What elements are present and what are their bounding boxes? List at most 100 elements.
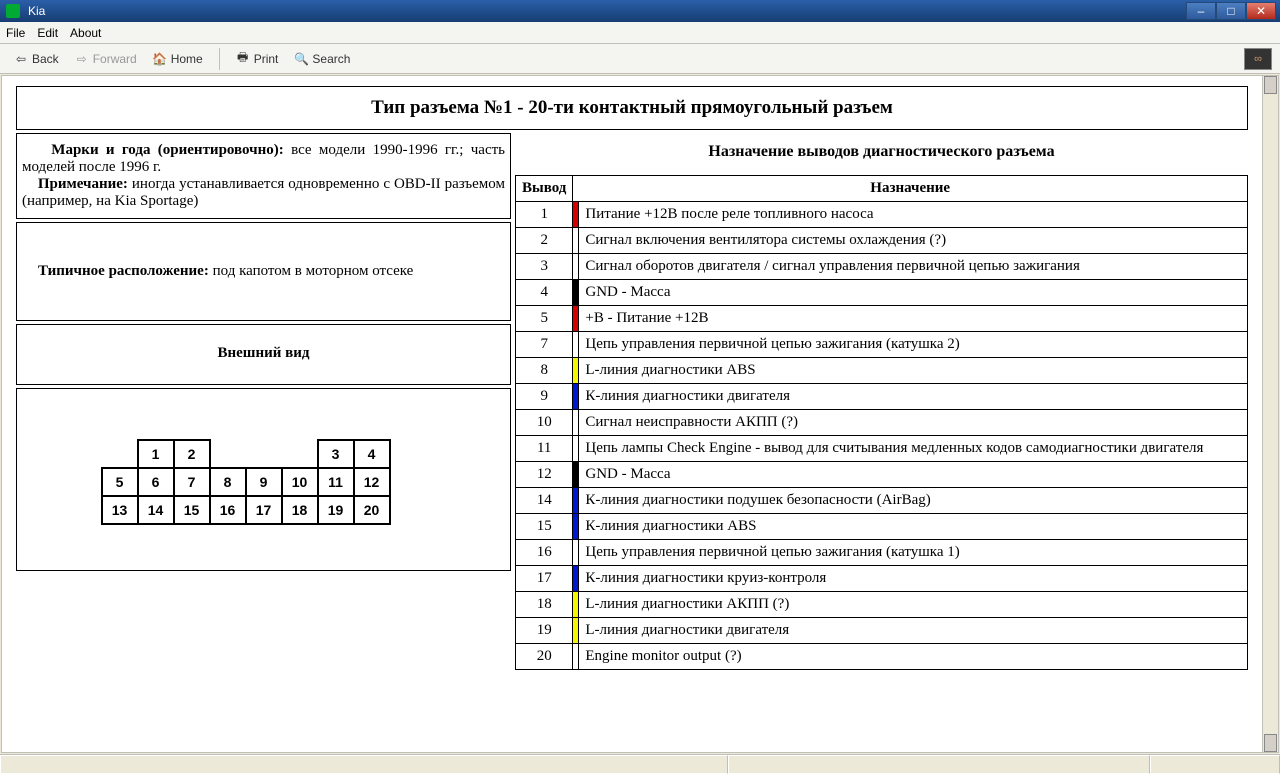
connector-pin: 9	[246, 468, 282, 496]
pin-description: L-линия диагностики ABS	[579, 358, 1248, 384]
pin-row: 14К-линия диагностики подушек безопаснос…	[516, 488, 1248, 514]
connector-pin: 6	[138, 468, 174, 496]
connector-pin: 7	[174, 468, 210, 496]
menu-file[interactable]: File	[6, 26, 25, 40]
right-column: Назначение выводов диагностического разъ…	[515, 133, 1248, 670]
connector-pin: 16	[210, 496, 246, 524]
pin-description: Сигнал включения вентилятора системы охл…	[579, 228, 1248, 254]
pinout-table: Назначение выводов диагностического разъ…	[515, 133, 1248, 670]
connector-pin: 19	[318, 496, 354, 524]
brand-badge: ∞	[1244, 48, 1272, 70]
connector-pin: 15	[174, 496, 210, 524]
pin-number: 9	[516, 384, 573, 410]
pin-description: Цепь управления первичной цепью зажигани…	[579, 540, 1248, 566]
pin-number: 8	[516, 358, 573, 384]
connector-pin: 13	[102, 496, 138, 524]
pin-row: 9К-линия диагностики двигателя	[516, 384, 1248, 410]
pin-row: 10Сигнал неисправности АКПП (?)	[516, 410, 1248, 436]
page-title: Тип разъема №1 - 20-ти контактный прямоу…	[16, 86, 1248, 130]
pin-number: 4	[516, 280, 573, 306]
pin-number: 16	[516, 540, 573, 566]
window-title: Kia	[28, 4, 1186, 18]
pin-number: 10	[516, 410, 573, 436]
pin-number: 17	[516, 566, 573, 592]
pin-number: 7	[516, 332, 573, 358]
connector-pin: 17	[246, 496, 282, 524]
pin-description: L-линия диагностики двигателя	[579, 618, 1248, 644]
app-window: Kia – □ ✕ File Edit About ⇦ Back ⇨ Forwa…	[0, 0, 1280, 774]
connector-pin: 4	[354, 440, 390, 468]
pin-description: Цепь лампы Check Engine - вывод для счит…	[579, 436, 1248, 462]
menubar: File Edit About	[0, 22, 1280, 44]
home-button[interactable]: 🏠 Home	[147, 49, 209, 69]
pin-row: 5+B - Питание +12В	[516, 306, 1248, 332]
location-box: Типичное расположение: под капотом в мот…	[16, 222, 511, 321]
pinout-caption: Назначение выводов диагностического разъ…	[515, 133, 1248, 175]
menu-about[interactable]: About	[70, 26, 101, 40]
connector-pin: 18	[282, 496, 318, 524]
pin-description: Цепь управления первичной цепью зажигани…	[579, 332, 1248, 358]
connector-pin: 8	[210, 468, 246, 496]
pin-row: 11Цепь лампы Check Engine - вывод для сч…	[516, 436, 1248, 462]
maximize-button[interactable]: □	[1216, 2, 1246, 20]
pin-header-num: Вывод	[516, 176, 573, 202]
appearance-heading: Внешний вид	[16, 324, 511, 385]
toolbar: ⇦ Back ⇨ Forward 🏠 Home 🖶 Print 🔍 Search…	[0, 44, 1280, 74]
note-label: Примечание:	[38, 176, 128, 192]
pin-description: Сигнал оборотов двигателя / сигнал управ…	[579, 254, 1248, 280]
pin-number: 14	[516, 488, 573, 514]
pin-number: 2	[516, 228, 573, 254]
home-icon: 🏠	[153, 52, 167, 66]
pin-number: 19	[516, 618, 573, 644]
pin-number: 15	[516, 514, 573, 540]
pin-row: 18L-линия диагностики АКПП (?)	[516, 592, 1248, 618]
pin-row: 19L-линия диагностики двигателя	[516, 618, 1248, 644]
pin-number: 1	[516, 202, 573, 228]
pin-number: 12	[516, 462, 573, 488]
window-buttons: – □ ✕	[1186, 2, 1276, 20]
pin-row: 12GND - Масса	[516, 462, 1248, 488]
connector-pin: 1	[138, 440, 174, 468]
pin-description: Питание +12В после реле топливного насос…	[579, 202, 1248, 228]
forward-button[interactable]: ⇨ Forward	[69, 49, 143, 69]
location-text: под капотом в моторном отсеке	[209, 263, 413, 279]
pin-description: GND - Масса	[579, 462, 1248, 488]
brands-label: Марки и года (ориентировочно):	[51, 142, 283, 158]
pin-number: 18	[516, 592, 573, 618]
pin-description: +B - Питание +12В	[579, 306, 1248, 332]
location-label: Типичное расположение:	[38, 263, 209, 279]
pin-header-desc: Назначение	[573, 176, 1248, 202]
connector-diagram: 1234567891011121314151617181920	[101, 439, 427, 525]
connector-pin: 3	[318, 440, 354, 468]
connector-pin	[210, 440, 246, 468]
app-icon	[6, 4, 20, 18]
close-button[interactable]: ✕	[1246, 2, 1276, 20]
search-button[interactable]: 🔍 Search	[288, 49, 356, 69]
pin-row: 7Цепь управления первичной цепью зажиган…	[516, 332, 1248, 358]
pin-row: 1Питание +12В после реле топливного насо…	[516, 202, 1248, 228]
back-button[interactable]: ⇦ Back	[8, 49, 65, 69]
connector-pin: 14	[138, 496, 174, 524]
back-icon: ⇦	[14, 52, 28, 66]
print-button[interactable]: 🖶 Print	[230, 49, 285, 69]
pin-number: 20	[516, 644, 573, 670]
connector-pin: 5	[102, 468, 138, 496]
pin-description: Сигнал неисправности АКПП (?)	[579, 410, 1248, 436]
pin-description: L-линия диагностики АКПП (?)	[579, 592, 1248, 618]
connector-pin	[246, 440, 282, 468]
vertical-scrollbar[interactable]	[1262, 76, 1278, 752]
statusbar	[0, 754, 1280, 774]
pin-description: К-линия диагностики подушек безопасности…	[579, 488, 1248, 514]
connector-diagram-box: 1234567891011121314151617181920	[16, 388, 511, 571]
menu-edit[interactable]: Edit	[37, 26, 58, 40]
pinout-header-row: Вывод Назначение	[516, 176, 1248, 202]
pin-row: 8L-линия диагностики ABS	[516, 358, 1248, 384]
connector-pin	[390, 440, 426, 468]
brands-box: Марки и года (ориентировочно): все модел…	[16, 133, 511, 219]
connector-pin: 11	[318, 468, 354, 496]
forward-icon: ⇨	[75, 52, 89, 66]
minimize-button[interactable]: –	[1186, 2, 1216, 20]
connector-pin: 2	[174, 440, 210, 468]
connector-pin	[102, 440, 138, 468]
pin-row: 16Цепь управления первичной цепью зажига…	[516, 540, 1248, 566]
